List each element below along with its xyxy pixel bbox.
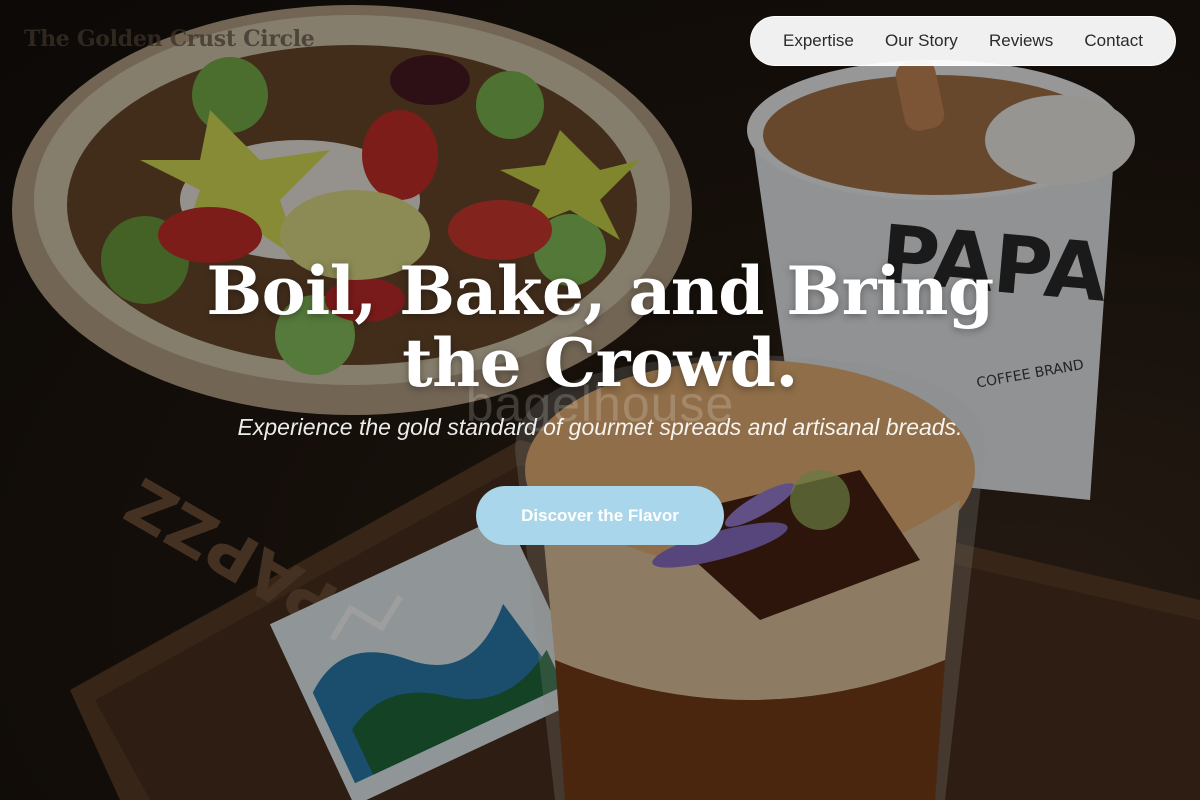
hero-subtitle: Experience the gold standard of gourmet … (237, 414, 963, 440)
nav-link-contact[interactable]: Contact (1084, 31, 1143, 51)
hero-section: Boil, Bake, and Bring the Crowd. (0, 255, 1200, 399)
nav-link-our-story[interactable]: Our Story (885, 31, 958, 51)
site-logo[interactable]: The Golden Crust Circle (24, 26, 315, 52)
hero-title: Boil, Bake, and Bring the Crowd. (206, 252, 994, 402)
main-navigation: Expertise Our Story Reviews Contact (750, 16, 1176, 66)
nav-link-expertise[interactable]: Expertise (783, 31, 854, 51)
discover-flavor-button[interactable]: Discover the Flavor (476, 486, 724, 545)
nav-link-reviews[interactable]: Reviews (989, 31, 1053, 51)
